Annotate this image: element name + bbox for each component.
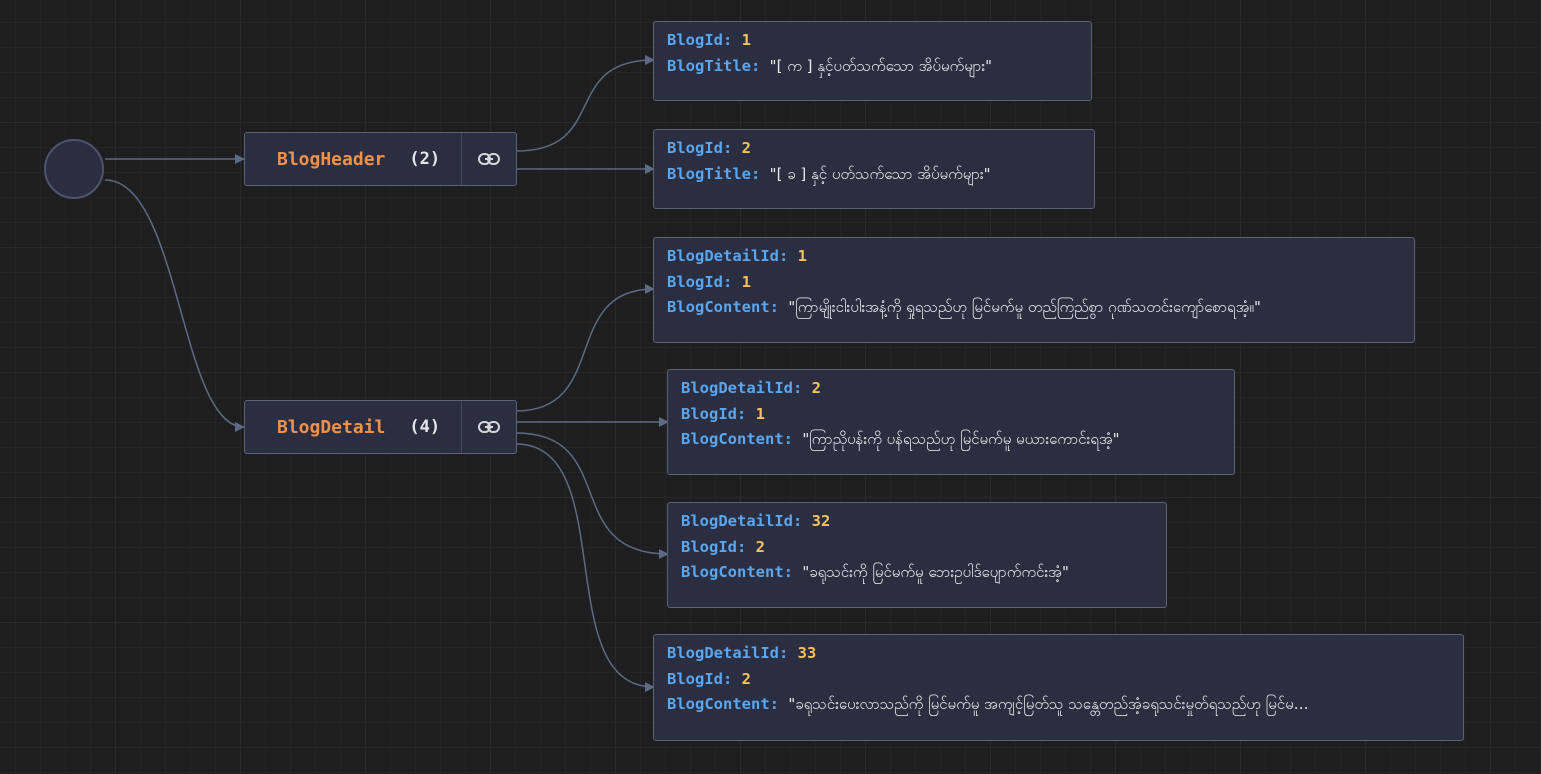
- edge-bloghead-item-1: [515, 55, 655, 152]
- object-node-blogheader[interactable]: BlogHeader (2): [244, 132, 517, 186]
- field-row: BlogContent: "ကြာညိုပန်းကို ပန်ရသည်ဟု မြ…: [681, 427, 1221, 453]
- field-row: BlogId: 2: [667, 667, 1450, 693]
- edge-blogdetail-item-1: [515, 284, 655, 412]
- field-value: 2: [755, 537, 766, 556]
- field-key: BlogId:: [681, 537, 747, 556]
- field-value: 1: [797, 247, 808, 265]
- field-key: BlogContent:: [681, 563, 793, 581]
- field-key: BlogDetailId:: [681, 379, 803, 397]
- field-value: 1: [755, 404, 766, 423]
- object-name: BlogHeader: [277, 148, 386, 170]
- link-button[interactable]: [461, 401, 516, 453]
- object-name: BlogDetail: [277, 416, 386, 438]
- field-key: BlogId:: [667, 272, 733, 291]
- field-value: 1: [741, 31, 752, 49]
- field-value: 2: [741, 139, 752, 157]
- link-icon: [478, 421, 500, 433]
- leaf-node-blogdetail-3[interactable]: BlogDetailId: 32 BlogId: 2 BlogContent: …: [667, 502, 1167, 608]
- field-key: BlogId:: [681, 404, 747, 423]
- field-row: BlogContent: "ခရုသင်းကို မြင်မက်မူ ဘေးဥပ…: [681, 560, 1153, 586]
- field-row: BlogDetailId: 33: [667, 641, 1450, 667]
- field-value: "[ က ] နှင့်ပတ်သက်သော အိပ်မက်များ": [769, 56, 993, 75]
- field-row: BlogDetailId: 32: [681, 509, 1153, 535]
- field-row: BlogContent: "ခရုသင်းပေးလာသည်ကို မြင်မက်…: [667, 692, 1450, 718]
- field-value: 32: [811, 512, 831, 530]
- field-value: 1: [741, 272, 752, 291]
- leaf-node-blogheader-2[interactable]: BlogId: 2 BlogTitle: "[ ခ ] နှင့် ပတ်သက်…: [653, 129, 1095, 209]
- field-row: BlogDetailId: 2: [681, 376, 1221, 402]
- field-value: 33: [797, 644, 817, 662]
- leaf-node-blogdetail-2[interactable]: BlogDetailId: 2 BlogId: 1 BlogContent: "…: [667, 369, 1235, 475]
- root-node[interactable]: [44, 139, 104, 199]
- field-value: 2: [811, 379, 822, 397]
- field-row: BlogContent: "ကြာမျိုးငါးပါးအနံ့ကို ရှုရ…: [667, 295, 1401, 321]
- leaf-node-blogdetail-4[interactable]: BlogDetailId: 33 BlogId: 2 BlogContent: …: [653, 634, 1464, 741]
- leaf-node-blogheader-1[interactable]: BlogId: 1 BlogTitle: "[ က ] နှင့်ပတ်သက်သ…: [653, 21, 1092, 101]
- field-row: BlogId: 1: [667, 270, 1401, 296]
- field-key: BlogContent:: [667, 298, 779, 316]
- object-count: (2): [409, 149, 441, 169]
- field-key: BlogTitle:: [667, 164, 761, 183]
- field-key: BlogDetailId:: [667, 247, 789, 265]
- field-key: BlogId:: [667, 669, 733, 688]
- field-key: BlogDetailId:: [681, 512, 803, 530]
- object-node-label: BlogDetail (4): [245, 417, 461, 438]
- field-row: BlogTitle: "[ ခ ] နှင့် ပတ်သက်သော အိပ်မက…: [667, 162, 1081, 188]
- edge-blogdetail-item-3: [515, 432, 669, 559]
- field-value: 2: [741, 669, 752, 688]
- object-node-blogdetail[interactable]: BlogDetail (4): [244, 400, 517, 454]
- field-key: BlogDetailId:: [667, 644, 789, 662]
- object-count: (4): [409, 417, 441, 437]
- field-key: BlogTitle:: [667, 56, 761, 75]
- field-row: BlogId: 1: [681, 402, 1221, 428]
- field-value: "ခရုသင်းကို မြင်မက်မူ ဘေးဥပါဒ်ပျောက်ကင်း…: [802, 563, 1069, 581]
- link-button[interactable]: [461, 133, 516, 185]
- link-icon: [478, 153, 500, 165]
- edge-root-blogdetail: [104, 179, 245, 432]
- field-row: BlogDetailId: 1: [667, 244, 1401, 270]
- field-value: "ကြာမျိုးငါးပါးအနံ့ကို ရှုရသည်ဟု မြင်မက်…: [788, 298, 1261, 316]
- field-value: "ခရုသင်းပေးလာသည်ကို မြင်မက်မူ အကျင့်မြတ်…: [788, 695, 1309, 713]
- field-row: BlogId: 2: [681, 535, 1153, 561]
- field-key: BlogContent:: [667, 695, 779, 713]
- field-key: BlogContent:: [681, 430, 793, 448]
- leaf-node-blogdetail-1[interactable]: BlogDetailId: 1 BlogId: 1 BlogContent: "…: [653, 237, 1415, 343]
- field-value: "[ ခ ] နှင့် ပတ်သက်သော အိပ်မက်များ": [769, 164, 991, 183]
- field-key: BlogId:: [667, 139, 733, 157]
- field-row: BlogId: 1: [667, 28, 1078, 54]
- field-row: BlogTitle: "[ က ] နှင့်ပတ်သက်သော အိပ်မက်…: [667, 54, 1078, 80]
- field-row: BlogId: 2: [667, 136, 1081, 162]
- field-key: BlogId:: [667, 31, 733, 49]
- object-node-label: BlogHeader (2): [245, 149, 461, 170]
- field-value: "ကြာညိုပန်းကို ပန်ရသည်ဟု မြင်မက်မူ မယားက…: [802, 430, 1120, 448]
